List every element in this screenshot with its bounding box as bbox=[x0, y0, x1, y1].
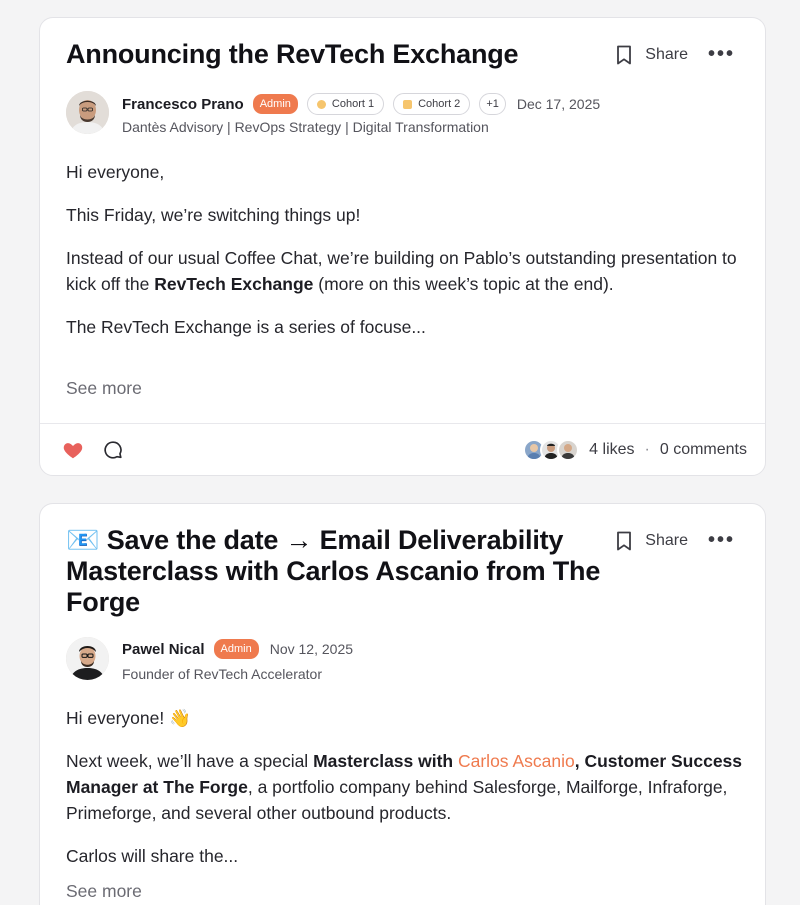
comments-count[interactable]: 0 comments bbox=[660, 441, 747, 459]
see-more-link[interactable]: See more bbox=[66, 378, 142, 399]
paragraph: Hi everyone! 👋 bbox=[66, 708, 191, 728]
see-more-link[interactable]: See more bbox=[66, 881, 142, 902]
post-title[interactable]: Announcing the RevTech Exchange bbox=[66, 39, 519, 70]
paragraph: Hi everyone, bbox=[66, 162, 165, 182]
engagement-summary: 4 likes · 0 comments bbox=[523, 439, 747, 461]
share-label: Share bbox=[645, 45, 688, 63]
post-actions: Share ••• bbox=[615, 43, 735, 66]
bookmark-icon[interactable] bbox=[615, 44, 633, 66]
author-subtitle: Founder of RevTech Accelerator bbox=[122, 666, 322, 682]
author-row: Pawel Nical Admin Nov 12, 2025 bbox=[122, 639, 353, 659]
paragraph: Instead of our usual Coffee Chat, we’re … bbox=[66, 248, 737, 294]
likes-count[interactable]: 4 likes bbox=[589, 441, 634, 459]
cohort-pill[interactable]: Cohort 2 bbox=[393, 93, 471, 115]
paragraph: The RevTech Exchange is a series of focu… bbox=[66, 317, 426, 337]
post-actions: Share ••• bbox=[615, 529, 735, 552]
divider bbox=[40, 423, 765, 424]
paragraph: This Friday, we’re switching things up! bbox=[66, 205, 361, 225]
author-name[interactable]: Pawel Nical bbox=[122, 641, 205, 658]
cohort-pill[interactable]: Cohort 1 bbox=[306, 93, 385, 115]
heart-icon[interactable] bbox=[62, 439, 84, 461]
more-options-icon[interactable]: ••• bbox=[708, 529, 735, 552]
author-row: Francesco Prano Admin Cohort 1 Cohort 2 … bbox=[122, 93, 600, 115]
circle-icon bbox=[316, 99, 326, 109]
post-body: Hi everyone, This Friday, we’re switchin… bbox=[66, 159, 746, 357]
post-body: Hi everyone! 👋 Next week, we’ll have a s… bbox=[66, 705, 746, 886]
comment-icon[interactable] bbox=[102, 439, 124, 461]
envelope-icon: 📧 bbox=[66, 525, 100, 555]
author-name[interactable]: Francesco Prano bbox=[122, 96, 244, 113]
paragraph: Carlos will share the... bbox=[66, 846, 239, 866]
bookmark-icon[interactable] bbox=[615, 530, 633, 552]
mention-link[interactable]: Carlos Ascanio bbox=[458, 751, 575, 771]
avatar[interactable] bbox=[66, 637, 109, 680]
post-date: Dec 17, 2025 bbox=[516, 96, 601, 112]
post-card: Announcing the RevTech Exchange Share ••… bbox=[39, 17, 766, 476]
square-icon bbox=[403, 99, 413, 109]
paragraph: Next week, we’ll have a special Mastercl… bbox=[66, 751, 743, 823]
separator: · bbox=[644, 441, 650, 458]
admin-badge: Admin bbox=[252, 94, 298, 114]
avatar bbox=[557, 439, 580, 461]
post-date: Nov 12, 2025 bbox=[269, 641, 354, 657]
share-label: Share bbox=[645, 531, 688, 549]
share-button[interactable]: Share bbox=[615, 44, 688, 66]
post-card: 📧 Save the date → Email Deliverability M… bbox=[39, 503, 766, 905]
author-subtitle: Dantès Advisory | RevOps Strategy | Digi… bbox=[122, 119, 489, 135]
reaction-bar bbox=[62, 439, 124, 461]
more-cohorts-pill[interactable]: +1 bbox=[479, 93, 506, 115]
post-title[interactable]: 📧 Save the date → Email Deliverability M… bbox=[66, 525, 626, 618]
admin-badge: Admin bbox=[213, 639, 259, 659]
avatar[interactable] bbox=[66, 91, 109, 134]
liker-avatars[interactable] bbox=[523, 439, 580, 461]
share-button[interactable]: Share bbox=[615, 530, 688, 552]
more-options-icon[interactable]: ••• bbox=[708, 43, 735, 66]
